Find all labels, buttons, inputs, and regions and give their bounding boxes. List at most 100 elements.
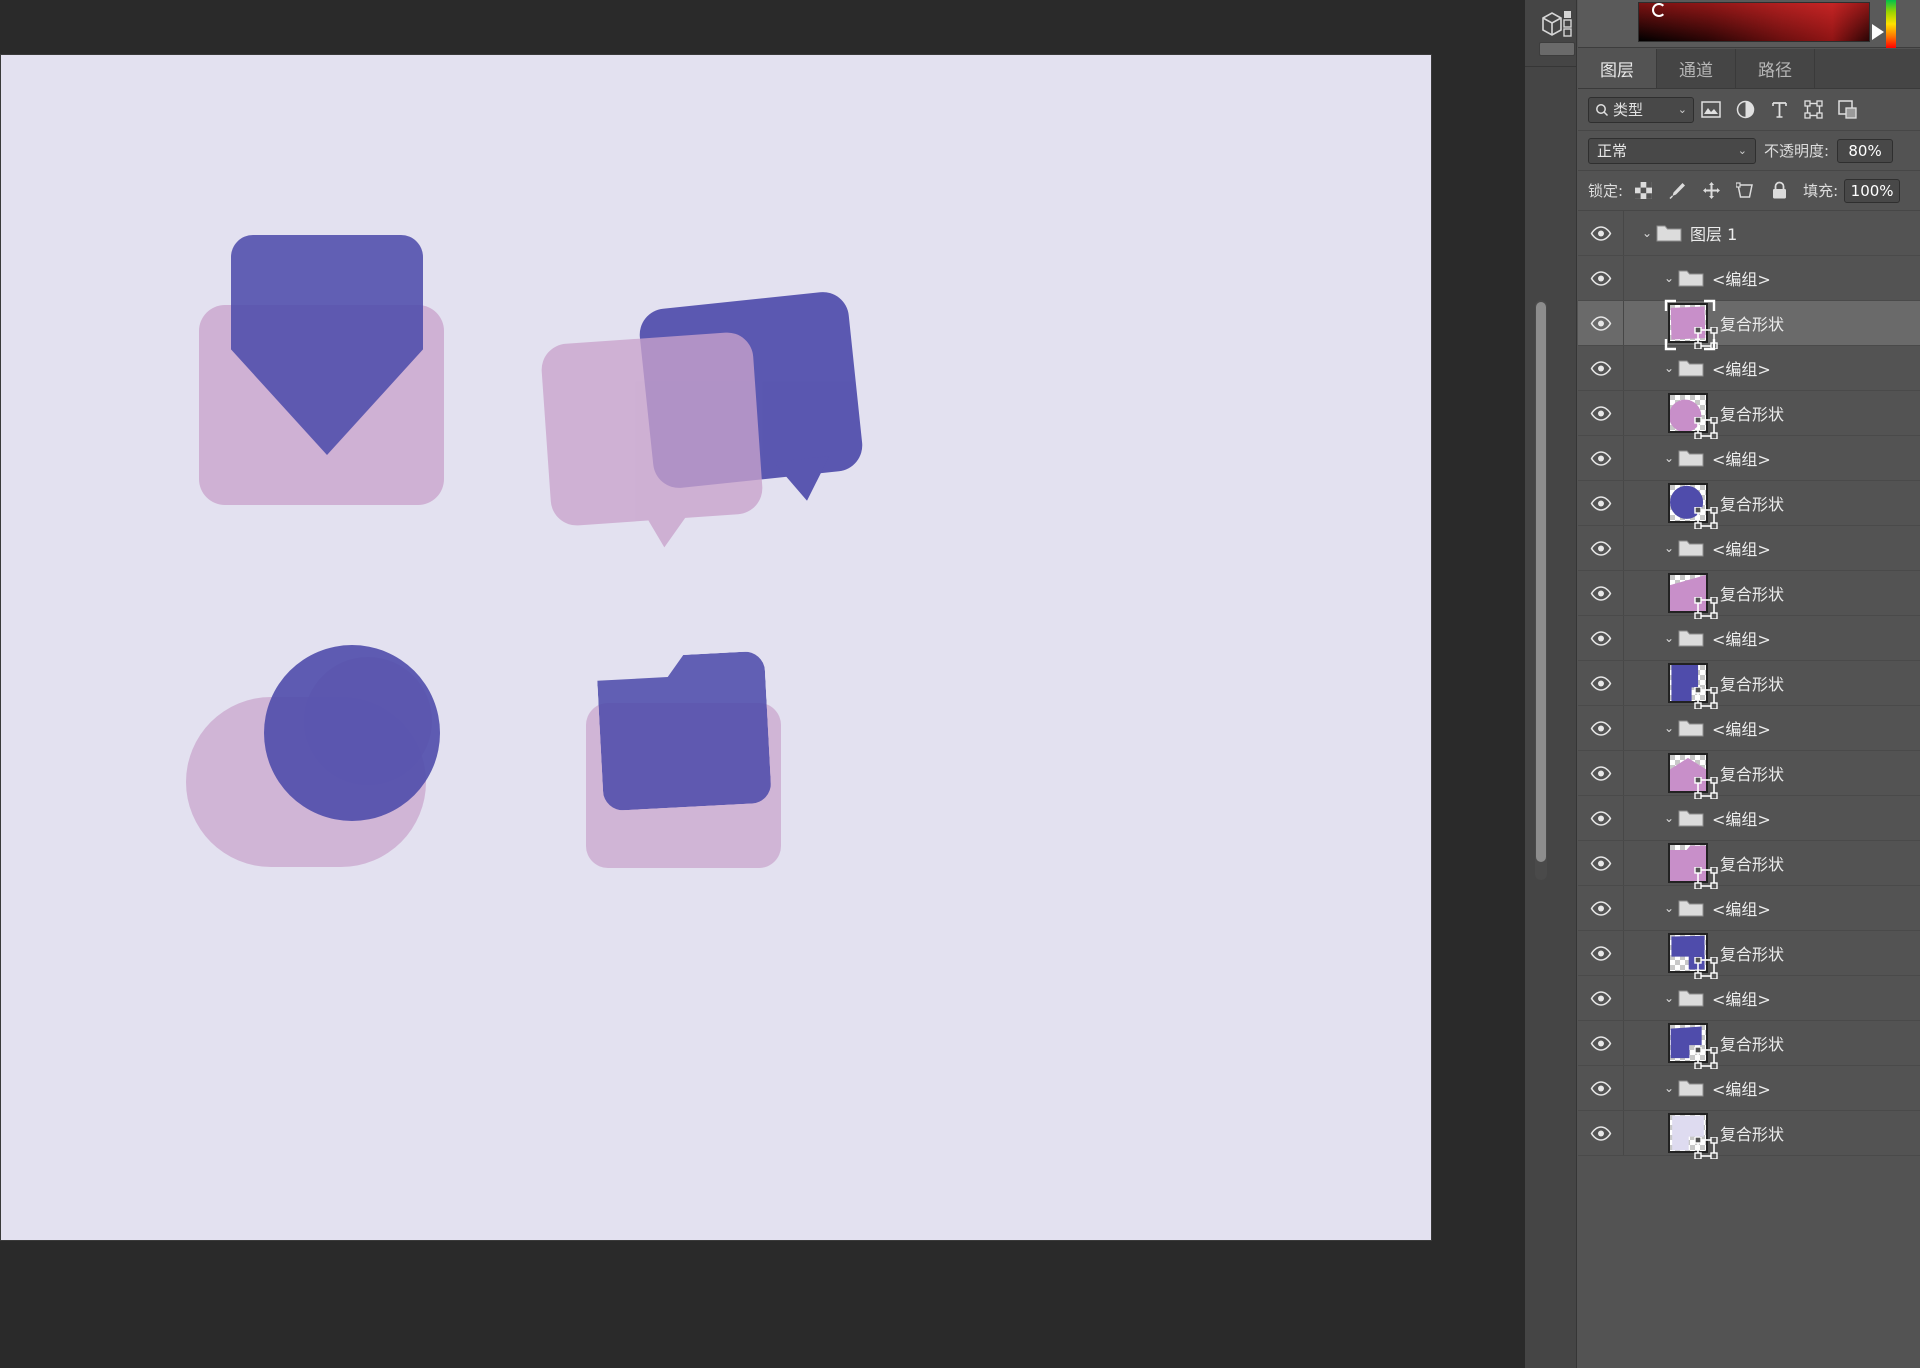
- layer-thumbnail[interactable]: [1668, 483, 1708, 523]
- layer-thumbnail[interactable]: [1668, 753, 1708, 793]
- layer-thumbnail[interactable]: [1668, 1113, 1708, 1153]
- layer-group-row[interactable]: ⌄<编组>: [1578, 616, 1920, 661]
- folder-icon[interactable]: [586, 655, 796, 885]
- color-picker-field[interactable]: [1638, 2, 1870, 42]
- layer-visibility-toggle[interactable]: [1578, 346, 1624, 390]
- color-slider-arrow-icon[interactable]: [1872, 24, 1884, 40]
- layer-row[interactable]: 复合形状: [1578, 931, 1920, 976]
- chevron-down-icon[interactable]: ⌄: [1660, 811, 1678, 825]
- chevron-down-icon[interactable]: ⌄: [1660, 271, 1678, 285]
- layer-visibility-toggle[interactable]: [1578, 616, 1624, 660]
- chevron-down-icon[interactable]: ⌄: [1660, 991, 1678, 1005]
- layer-thumbnail[interactable]: [1668, 303, 1708, 343]
- layer-visibility-toggle[interactable]: [1578, 481, 1624, 525]
- layer-thumbnail[interactable]: [1668, 843, 1708, 883]
- chevron-down-icon[interactable]: ⌄: [1660, 631, 1678, 645]
- chevron-down-icon[interactable]: ⌄: [1660, 901, 1678, 915]
- folder-icon: [1656, 223, 1682, 243]
- folder-icon: [1678, 268, 1704, 288]
- layer-visibility-toggle[interactable]: [1578, 1111, 1624, 1155]
- brush-lock-icon[interactable]: [1663, 179, 1691, 203]
- layer-visibility-toggle[interactable]: [1578, 931, 1624, 975]
- layer-row[interactable]: 复合形状: [1578, 571, 1920, 616]
- cloud-circle-icon[interactable]: [186, 645, 456, 885]
- layer-thumbnail[interactable]: [1668, 1023, 1708, 1063]
- chat-bubble-icon[interactable]: [546, 300, 866, 550]
- opacity-field[interactable]: 80%: [1837, 139, 1893, 163]
- layer-group-row[interactable]: ⌄<编组>: [1578, 886, 1920, 931]
- layer-name-label: <编组>: [1712, 446, 1771, 470]
- document-workspace: [0, 0, 1525, 1368]
- layer-group-row[interactable]: ⌄<编组>: [1578, 796, 1920, 841]
- layer-group-row[interactable]: ⌄<编组>: [1578, 706, 1920, 751]
- layer-visibility-toggle[interactable]: [1578, 256, 1624, 300]
- layer-visibility-toggle[interactable]: [1578, 391, 1624, 435]
- move-lock-icon[interactable]: [1697, 179, 1725, 203]
- layer-group-row[interactable]: ⌄图层 1: [1578, 211, 1920, 256]
- layer-group-row[interactable]: ⌄<编组>: [1578, 346, 1920, 391]
- fill-field[interactable]: 100%: [1844, 179, 1900, 203]
- shape-filter-icon[interactable]: [1796, 97, 1830, 123]
- swatch-dropdown[interactable]: [1539, 42, 1575, 56]
- layer-visibility-toggle[interactable]: [1578, 211, 1624, 255]
- layer-row[interactable]: 复合形状: [1578, 301, 1920, 346]
- layer-thumbnail[interactable]: [1668, 663, 1708, 703]
- canvas-sheet[interactable]: [1, 55, 1431, 1240]
- chevron-down-icon[interactable]: ⌄: [1660, 361, 1678, 375]
- layers-scrollbar-thumb[interactable]: [1536, 302, 1546, 862]
- layer-thumbnail[interactable]: [1668, 393, 1708, 433]
- tab-channels[interactable]: 通道: [1657, 49, 1736, 88]
- text-filter-icon[interactable]: [1762, 97, 1796, 123]
- tab-paths[interactable]: 路径: [1736, 49, 1815, 88]
- layer-visibility-toggle[interactable]: [1578, 841, 1624, 885]
- layer-row[interactable]: 复合形状: [1578, 481, 1920, 526]
- layer-group-row[interactable]: ⌄ <编组>: [1578, 436, 1920, 481]
- all-lock-icon[interactable]: [1765, 179, 1793, 203]
- layer-row[interactable]: 复合形状: [1578, 661, 1920, 706]
- image-filter-icon[interactable]: [1694, 97, 1728, 123]
- layer-group-row[interactable]: ⌄<编组>: [1578, 976, 1920, 1021]
- smartobject-filter-icon[interactable]: [1830, 97, 1864, 123]
- chevron-down-icon[interactable]: ⌄: [1660, 451, 1678, 465]
- layer-row[interactable]: 复合形状: [1578, 391, 1920, 436]
- layer-visibility-toggle[interactable]: [1578, 1021, 1624, 1065]
- envelope-icon[interactable]: [191, 235, 451, 515]
- filter-type-select[interactable]: 类型 ⌄: [1588, 97, 1694, 123]
- layer-visibility-toggle[interactable]: [1578, 706, 1624, 750]
- transparency-lock-icon[interactable]: [1629, 179, 1657, 203]
- blend-mode-select[interactable]: 正常 ⌄: [1588, 138, 1756, 164]
- layer-group-row[interactable]: ⌄<编组>: [1578, 1066, 1920, 1111]
- canvas-artboard: [1, 55, 1431, 1240]
- layer-visibility-toggle[interactable]: [1578, 976, 1624, 1020]
- chevron-down-icon[interactable]: ⌄: [1638, 226, 1656, 240]
- layer-group-row[interactable]: ⌄<编组>: [1578, 526, 1920, 571]
- layer-visibility-toggle[interactable]: [1578, 526, 1624, 570]
- layers-scrollbar-track[interactable]: [1535, 300, 1547, 880]
- eye-icon: [1590, 271, 1612, 286]
- vector-mask-icon: [1694, 1137, 1718, 1159]
- chevron-down-icon[interactable]: ⌄: [1660, 1081, 1678, 1095]
- layer-visibility-toggle[interactable]: [1578, 751, 1624, 795]
- hue-strip[interactable]: [1886, 0, 1896, 48]
- layer-visibility-toggle[interactable]: [1578, 796, 1624, 840]
- layer-visibility-toggle[interactable]: [1578, 571, 1624, 615]
- layer-row[interactable]: 复合形状: [1578, 1021, 1920, 1066]
- layer-visibility-toggle[interactable]: [1578, 1066, 1624, 1110]
- layer-visibility-toggle[interactable]: [1578, 301, 1624, 345]
- layer-thumbnail[interactable]: [1668, 933, 1708, 973]
- 3d-cube-icon[interactable]: [1539, 6, 1573, 46]
- layer-row[interactable]: 复合形状: [1578, 751, 1920, 796]
- layer-group-row[interactable]: ⌄<编组>: [1578, 256, 1920, 301]
- layer-visibility-toggle[interactable]: [1578, 886, 1624, 930]
- layer-row[interactable]: 复合形状: [1578, 1111, 1920, 1156]
- folder-icon: [1678, 358, 1704, 378]
- layer-visibility-toggle[interactable]: [1578, 436, 1624, 480]
- adjustment-filter-icon[interactable]: [1728, 97, 1762, 123]
- layer-row[interactable]: 复合形状: [1578, 841, 1920, 886]
- layer-thumbnail[interactable]: [1668, 573, 1708, 613]
- artboard-lock-icon[interactable]: [1731, 179, 1759, 203]
- layer-visibility-toggle[interactable]: [1578, 661, 1624, 705]
- tab-layers[interactable]: 图层: [1578, 49, 1657, 88]
- chevron-down-icon[interactable]: ⌄: [1660, 721, 1678, 735]
- chevron-down-icon[interactable]: ⌄: [1660, 541, 1678, 555]
